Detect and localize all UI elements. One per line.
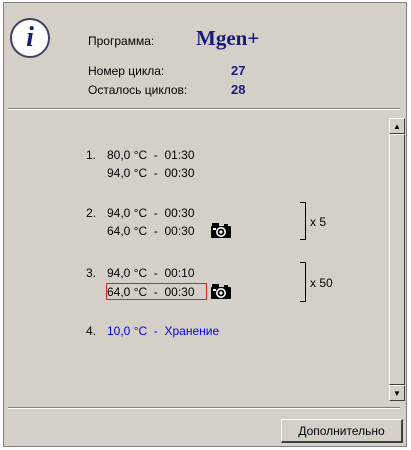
program-panel [3, 2, 407, 447]
step-line: 94,0 °C - 00:30 [107, 166, 195, 180]
info-icon: i [10, 18, 50, 58]
top-separator [8, 108, 400, 110]
camera-icon [211, 284, 231, 299]
step-line: 94,0 °C - 00:30 [107, 206, 195, 220]
step-number: 3. [86, 266, 97, 280]
program-name: Mgen+ [196, 26, 260, 50]
repeat-bracket [300, 262, 306, 302]
step-number: 4. [86, 324, 97, 338]
storage-step-line: 10,0 °C - Хранение [107, 324, 220, 338]
scroll-down-button[interactable]: ▼ [389, 385, 405, 401]
step-number: 2. [86, 206, 97, 220]
more-button[interactable]: Дополнительно [281, 419, 403, 443]
bottom-separator [8, 407, 400, 409]
repeat-multiplier: x 50 [310, 276, 333, 290]
scroll-thumb[interactable] [389, 134, 405, 385]
cycle-number-value: 27 [231, 63, 246, 78]
step-line: 64,0 °C - 00:30 [107, 224, 195, 238]
camera-icon [211, 223, 231, 238]
step-line: 94,0 °C - 00:10 [107, 266, 195, 280]
cycle-number-label: Номер цикла: [88, 64, 165, 78]
program-label: Программа: [88, 34, 155, 48]
cycles-left-value: 28 [231, 82, 246, 97]
repeat-bracket [300, 202, 306, 240]
step-line-current: 64,0 °C - 00:30 [107, 285, 195, 299]
step-number: 1. [86, 148, 97, 162]
step-line: 80,0 °C - 01:30 [107, 148, 195, 162]
cycles-left-label: Осталось циклов: [88, 83, 188, 97]
scroll-up-button[interactable]: ▲ [389, 118, 405, 134]
repeat-multiplier: x 5 [310, 215, 327, 229]
vertical-scrollbar[interactable]: ▲ ▼ [389, 118, 405, 401]
